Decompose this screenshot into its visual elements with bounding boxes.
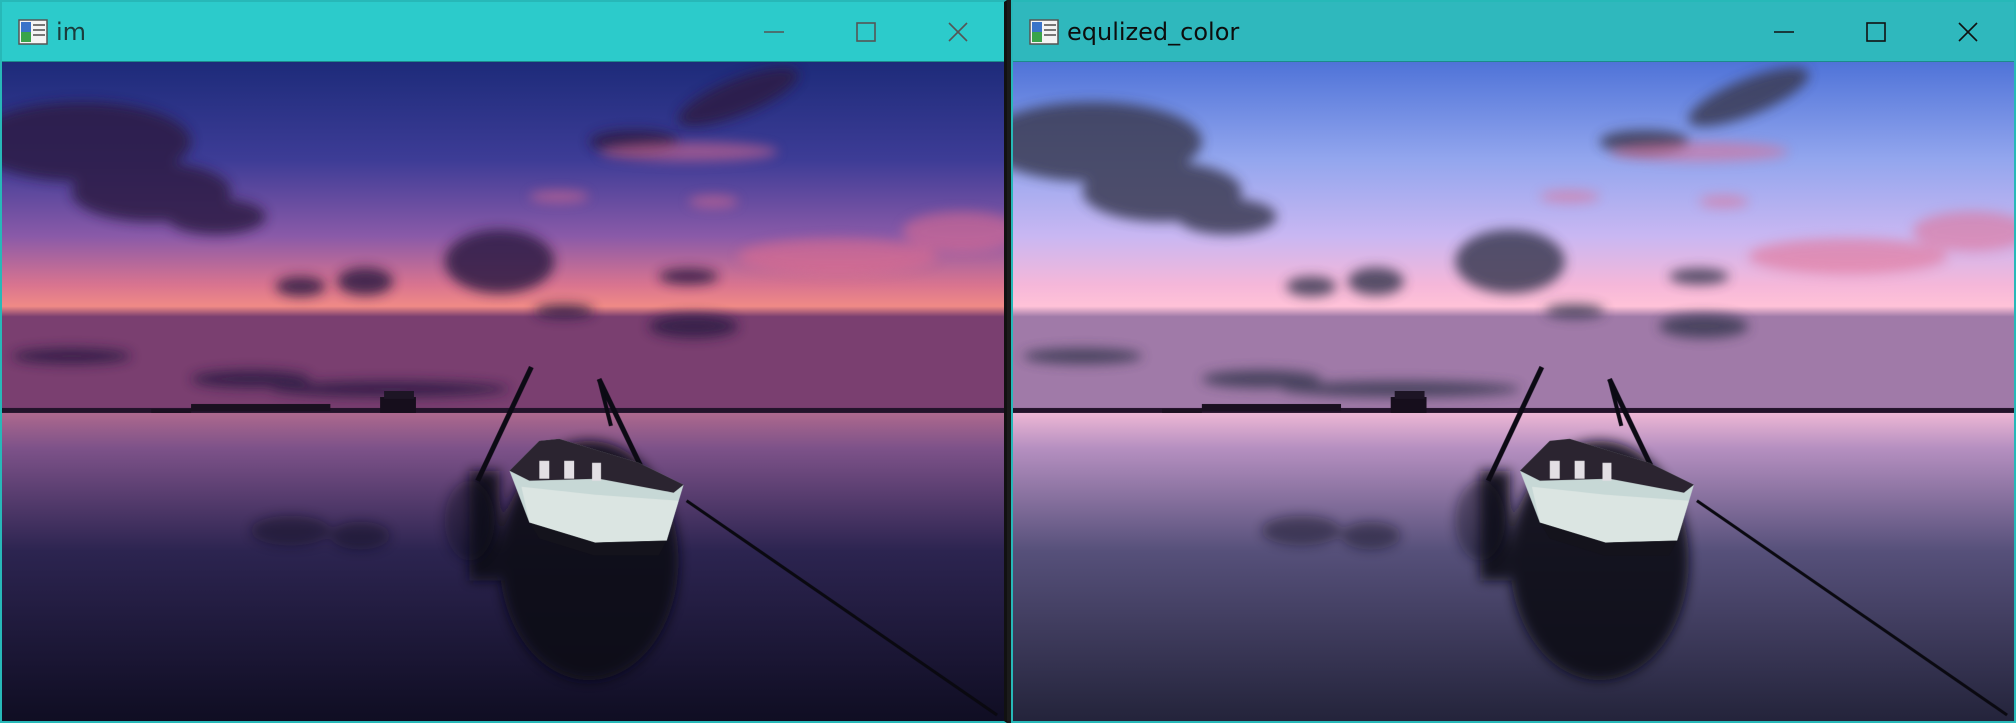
title-bar[interactable]: equlized_color	[1013, 2, 2014, 62]
app-icon	[18, 18, 48, 45]
window-title: im	[56, 17, 87, 46]
title-bar[interactable]: im	[2, 2, 1004, 62]
image-window-equalized: equlized_color	[1011, 0, 2016, 723]
close-icon	[1958, 21, 1978, 42]
minimize-icon	[1774, 30, 1794, 33]
window-title: equlized_color	[1067, 17, 1240, 46]
close-icon	[948, 21, 968, 42]
app-icon	[1029, 18, 1059, 45]
maximize-button[interactable]	[1830, 2, 1922, 61]
close-button[interactable]	[1922, 2, 2014, 61]
image-viewport	[2, 62, 1004, 721]
sunset-lake-boat-image-equalized	[1013, 62, 2014, 721]
minimize-icon	[764, 30, 784, 33]
minimize-button[interactable]	[728, 2, 820, 61]
close-button[interactable]	[912, 2, 1004, 61]
image-window-im: im	[0, 0, 1007, 723]
image-viewport	[1013, 62, 2014, 721]
maximize-button[interactable]	[820, 2, 912, 61]
maximize-icon	[856, 21, 876, 42]
sunset-lake-boat-image	[2, 62, 1004, 721]
maximize-icon	[1866, 21, 1886, 42]
minimize-button[interactable]	[1738, 2, 1830, 61]
